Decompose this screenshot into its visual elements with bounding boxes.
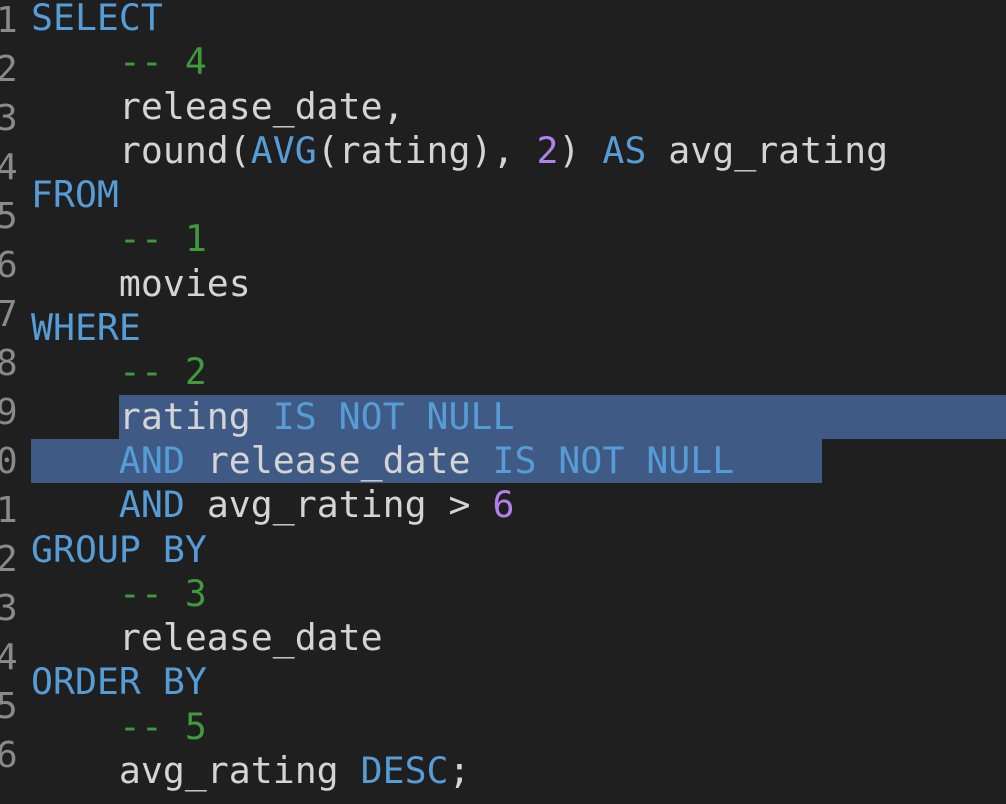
line-number: 4 <box>0 147 18 188</box>
code-line[interactable]: -- 5 <box>31 705 1006 749</box>
line-number: 2 <box>0 539 18 580</box>
sql-comment: -- 2 <box>118 350 207 394</box>
code-line[interactable]: -- 2 <box>31 350 1006 394</box>
line-number: 1 <box>0 490 18 531</box>
sql-text: avg_rating > <box>184 483 493 527</box>
sql-keyword: AND <box>118 438 185 482</box>
sql-keyword: AVG <box>250 128 317 172</box>
line-number: 3 <box>0 588 18 629</box>
sql-keyword: DESC <box>360 749 449 793</box>
code-line[interactable]: rating IS NOT NULL <box>31 394 1006 439</box>
sql-comment: -- 5 <box>118 704 207 748</box>
sql-keyword: AS <box>602 128 647 172</box>
line-number: 7 <box>0 294 18 335</box>
line-number: 4 <box>0 637 18 678</box>
sql-number: 2 <box>536 128 559 172</box>
code-line[interactable]: avg_rating DESC; <box>31 749 1006 793</box>
code-line[interactable]: round(AVG(rating), 2) AS avg_rating <box>31 129 1006 173</box>
code-line[interactable]: AND avg_rating > 6 <box>31 483 1006 527</box>
code-line[interactable]: GROUP BY <box>31 528 1006 572</box>
code-line[interactable]: -- 1 <box>31 217 1006 261</box>
sql-number: 6 <box>492 483 515 527</box>
code-line[interactable]: SELECT <box>31 0 1006 40</box>
sql-text: (rating), <box>316 128 537 172</box>
line-number: 8 <box>0 343 18 384</box>
code-line[interactable]: ORDER BY <box>31 660 1006 704</box>
sql-text: release_date <box>184 438 493 482</box>
code-line[interactable]: release_date <box>31 616 1006 660</box>
sql-text: ) <box>558 128 603 172</box>
line-number: 1 <box>0 0 18 41</box>
sql-text: ; <box>448 749 471 793</box>
code-line[interactable]: movies <box>31 262 1006 306</box>
sql-text: release_date <box>31 616 383 660</box>
line-number: 2 <box>0 49 18 90</box>
code-line[interactable]: -- 3 <box>31 572 1006 616</box>
code-editor[interactable]: SELECT -- 4 release_date, round(AVG(rati… <box>31 0 1006 793</box>
sql-comment: -- 4 <box>118 40 207 84</box>
sql-text: movies <box>31 261 251 305</box>
sql-text: rating <box>31 394 273 438</box>
sql-keyword: WHERE <box>31 306 141 350</box>
line-number: 0 <box>0 441 18 482</box>
code-line[interactable]: -- 4 <box>31 40 1006 84</box>
line-number: 6 <box>0 245 18 286</box>
sql-comment: -- 1 <box>118 217 207 261</box>
sql-keyword: GROUP BY <box>31 527 207 571</box>
sql-keyword: IS NOT NULL <box>272 394 515 438</box>
line-number: 5 <box>0 686 18 727</box>
sql-text: avg_rating <box>646 128 889 172</box>
line-number: 5 <box>0 196 18 237</box>
sql-keyword: IS NOT NULL <box>492 438 735 482</box>
line-number: 9 <box>0 392 18 433</box>
sql-keyword: FROM <box>31 173 119 217</box>
sql-keyword: ORDER BY <box>31 660 207 704</box>
line-number: 3 <box>0 98 18 139</box>
code-line[interactable]: WHERE <box>31 306 1006 350</box>
code-line[interactable]: release_date, <box>31 85 1006 129</box>
code-line[interactable]: FROM <box>31 173 1006 217</box>
sql-text: round( <box>31 128 251 172</box>
sql-text: avg_rating <box>31 749 361 793</box>
code-line[interactable]: AND release_date IS NOT NULL <box>31 438 1006 484</box>
sql-text: release_date, <box>31 84 405 128</box>
sql-keyword: SELECT <box>31 0 163 39</box>
line-number: 6 <box>0 735 18 776</box>
sql-comment: -- 3 <box>118 571 207 615</box>
sql-keyword: AND <box>118 483 185 527</box>
